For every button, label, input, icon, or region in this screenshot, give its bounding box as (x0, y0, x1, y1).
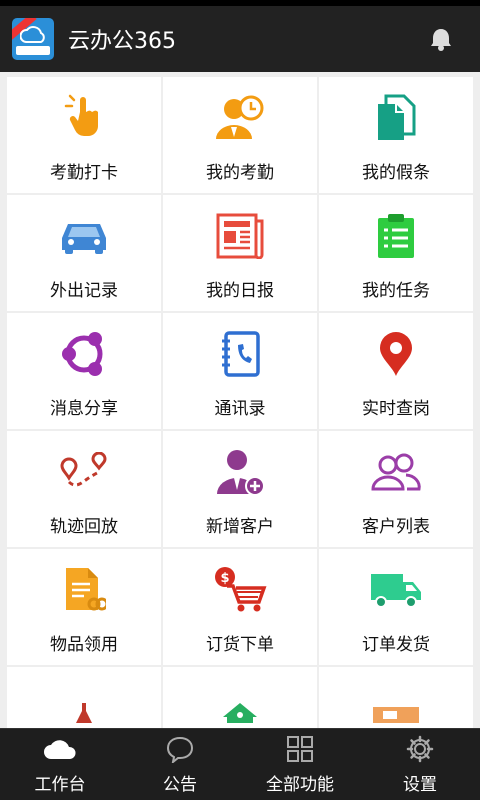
grid-item-outing-records[interactable]: 外出记录 (7, 195, 161, 311)
grid-icon (286, 734, 314, 764)
grid-item-label: 我的任务 (362, 281, 430, 301)
share-icon (56, 326, 112, 382)
bell-icon[interactable] (416, 14, 466, 64)
card-icon (373, 707, 419, 723)
grid-item-add-customer[interactable]: 新增客户 (163, 431, 317, 547)
grid-item-label: 新增客户 (206, 517, 274, 537)
function-grid-area: 考勤打卡 我的考勤 我的假条 外出记录 我的日报 我的任务 消息分享 通讯录 实… (0, 72, 480, 728)
grid-item-label: 通讯录 (214, 399, 266, 419)
documents-icon (368, 90, 424, 146)
grid-item-contacts[interactable]: 通讯录 (163, 313, 317, 429)
grid-item-order-shipping[interactable]: 订单发货 (319, 549, 473, 665)
person-clock-icon (212, 90, 268, 146)
grid-item-label: 我的日报 (206, 281, 274, 301)
grid-item-my-daily-report[interactable]: 我的日报 (163, 195, 317, 311)
house-icon (223, 703, 257, 723)
flask-icon (76, 703, 92, 723)
clipboard-icon (368, 208, 424, 264)
add-person-icon (212, 444, 268, 500)
contact-book-icon (212, 326, 268, 382)
grid-item-label: 我的考勤 (206, 163, 274, 183)
app-title: 云办公365 (68, 29, 176, 54)
grid-item-label: 客户列表 (362, 517, 430, 537)
svg-text:$: $ (220, 571, 229, 586)
bottom-tab-bar: 工作台 公告 全部功能 设置 (0, 728, 480, 800)
tab-label: 全部功能 (266, 775, 334, 795)
grid-item-label: 消息分享 (50, 399, 118, 419)
grid-item-message-share[interactable]: 消息分享 (7, 313, 161, 429)
grid-item-partial-1[interactable] (7, 667, 161, 728)
grid-item-customer-list[interactable]: 客户列表 (319, 431, 473, 547)
grid-item-partial-2[interactable] (163, 667, 317, 728)
tab-label: 工作台 (34, 775, 86, 795)
grid-item-attendance-checkin[interactable]: 考勤打卡 (7, 77, 161, 193)
grid-item-label: 实时查岗 (362, 399, 430, 419)
chat-bubble-icon (165, 734, 195, 764)
grid-item-label: 订货下单 (206, 635, 274, 655)
function-grid: 考勤打卡 我的考勤 我的假条 外出记录 我的日报 我的任务 消息分享 通讯录 实… (7, 77, 473, 728)
grid-item-item-requisition[interactable]: 物品领用 (7, 549, 161, 665)
grid-item-label: 考勤打卡 (50, 163, 118, 183)
item-document-icon (56, 562, 112, 618)
route-icon (56, 444, 112, 500)
newspaper-icon (212, 208, 268, 264)
grid-item-label: 物品领用 (50, 635, 118, 655)
app-logo (12, 18, 54, 60)
tap-hand-icon (56, 90, 112, 146)
grid-item-label: 轨迹回放 (50, 517, 118, 537)
grid-item-my-attendance[interactable]: 我的考勤 (163, 77, 317, 193)
tab-label: 设置 (403, 775, 437, 795)
tab-all-functions[interactable]: 全部功能 (240, 729, 360, 800)
tab-settings[interactable]: 设置 (360, 729, 480, 800)
tab-announcements[interactable]: 公告 (120, 729, 240, 800)
location-pin-icon (368, 326, 424, 382)
grid-item-my-leave[interactable]: 我的假条 (319, 77, 473, 193)
grid-item-label: 我的假条 (362, 163, 430, 183)
grid-item-track-playback[interactable]: 轨迹回放 (7, 431, 161, 547)
grid-item-my-tasks[interactable]: 我的任务 (319, 195, 473, 311)
grid-item-realtime-post-check[interactable]: 实时查岗 (319, 313, 473, 429)
people-icon (368, 444, 424, 500)
cloud-icon (43, 734, 77, 764)
grid-item-label: 订单发货 (362, 635, 430, 655)
grid-item-label: 外出记录 (50, 281, 118, 301)
truck-icon (368, 562, 424, 618)
shopping-cart-icon: $ (212, 562, 268, 618)
grid-item-partial-3[interactable] (319, 667, 473, 728)
app-header: 云办公365 (0, 6, 480, 72)
gear-icon (406, 734, 434, 764)
tab-label: 公告 (163, 775, 197, 795)
tab-workbench[interactable]: 工作台 (0, 729, 120, 800)
grid-item-place-order[interactable]: $ 订货下单 (163, 549, 317, 665)
car-icon (56, 208, 112, 264)
